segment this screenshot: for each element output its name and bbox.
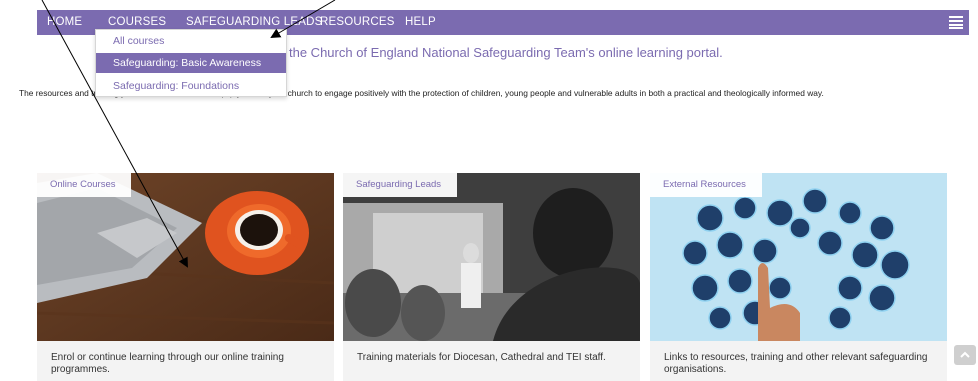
laptop-and-coffee-photo (37, 173, 334, 341)
hamburger-list-icon[interactable] (949, 15, 963, 29)
nav-safeguarding-leads[interactable]: SAFEGUARDING LEADS (186, 16, 323, 28)
card-description: Links to resources, training and other r… (664, 352, 928, 375)
card-body: Enrol or continue learning through our o… (37, 341, 334, 381)
scroll-to-top-button[interactable] (954, 345, 976, 365)
card-description: Enrol or continue learning through our o… (51, 352, 284, 375)
card-body: Training materials for Diocesan, Cathedr… (343, 341, 640, 381)
card-tag-safeguarding-leads[interactable]: Safeguarding Leads (343, 173, 458, 197)
card-description: Training materials for Diocesan, Cathedr… (357, 352, 606, 363)
courses-dropdown-menu: All courses Safeguarding: Basic Awarenes… (95, 29, 287, 97)
dropdown-item-basic-awareness[interactable]: Safeguarding: Basic Awareness (96, 53, 286, 73)
dropdown-item-all-courses[interactable]: All courses (96, 31, 286, 51)
app-icons-touch-photo (650, 173, 947, 341)
nav-help[interactable]: HELP (405, 16, 436, 28)
lecture-audience-photo (343, 173, 640, 341)
dropdown-item-foundations[interactable]: Safeguarding: Foundations (96, 76, 286, 96)
nav-courses[interactable]: COURSES (108, 16, 166, 28)
welcome-text: the Church of England National Safeguard… (289, 45, 723, 60)
nav-resources[interactable]: RESOURCES (320, 16, 395, 28)
chevron-up-icon (960, 351, 970, 358)
card-tag-online-courses[interactable]: Online Courses (37, 173, 132, 197)
card-tag-external-resources[interactable]: External Resources (650, 173, 762, 197)
nav-home[interactable]: HOME (47, 16, 82, 28)
card-body: Links to resources, training and other r… (650, 341, 947, 381)
